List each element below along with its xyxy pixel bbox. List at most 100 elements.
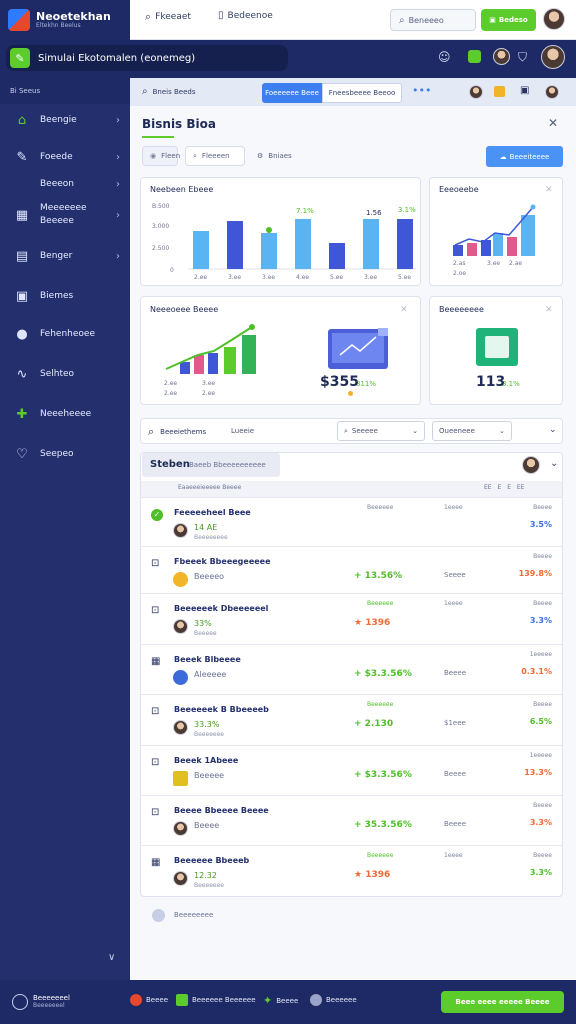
chevron-right-icon: › bbox=[116, 209, 120, 221]
list-avatar[interactable] bbox=[522, 456, 540, 474]
dot-icon: ◉ bbox=[150, 152, 157, 160]
tab-active[interactable]: Foeeeeee Beee bbox=[262, 83, 322, 103]
status-icon[interactable] bbox=[468, 50, 481, 63]
row-avatar bbox=[173, 871, 188, 886]
pulse-icon: ∿ bbox=[16, 366, 28, 382]
close-icon[interactable]: ✕ bbox=[548, 116, 558, 130]
chip-2[interactable]: ⌕ Fleeeen bbox=[185, 146, 245, 166]
card-2-title: Eeeoeebe bbox=[439, 185, 479, 194]
bar bbox=[194, 355, 204, 374]
lock-icon: ⊡ bbox=[151, 558, 160, 569]
card-4-pct: 3.1% bbox=[502, 380, 520, 388]
table-row[interactable]: ▦ Beeek Blbeeee Aleeeee + $3.3.56% Beeee… bbox=[141, 644, 562, 694]
top-action-button[interactable]: ▣ Bedeso bbox=[481, 9, 536, 31]
sidebar-item-meeeeeee[interactable]: ▦ Meeeeeee Beeeee › bbox=[0, 200, 130, 230]
close-icon[interactable]: ✕ bbox=[400, 305, 408, 315]
document-icon bbox=[476, 328, 518, 366]
table-row[interactable]: ⊡ Beeeeeek Dbeeeeeel 33% Beeeee Beeeeee … bbox=[141, 593, 562, 643]
x-tick: 4.ee bbox=[296, 274, 309, 281]
brand[interactable]: Neoetekhan Eltekhn Beelus bbox=[0, 0, 130, 40]
footer-cta-button[interactable]: Beee eeee eeeee Beeee bbox=[441, 991, 564, 1013]
bar bbox=[193, 231, 209, 269]
search-input[interactable]: ⌕ Beneeeo bbox=[390, 9, 476, 31]
filter-search[interactable]: ⌕ Bneis Beeds bbox=[142, 86, 195, 97]
lock-icon: ⊡ bbox=[151, 807, 160, 818]
sidebar-item-foeede[interactable]: ✎ Foeede › bbox=[0, 147, 130, 167]
sidebar-item-beeeon[interactable]: Beeeon › bbox=[0, 174, 130, 194]
sidebar-item-neeeheeee[interactable]: ✚ Neeeheeee bbox=[0, 404, 130, 424]
bar bbox=[227, 221, 243, 269]
card-4-title: Beeeeeeee bbox=[439, 305, 484, 314]
select-1[interactable]: ⌕ Seeeee ⌄ bbox=[337, 421, 425, 441]
owner-avatar[interactable] bbox=[545, 85, 559, 99]
marker bbox=[530, 204, 536, 210]
calendar-icon: ▦ bbox=[151, 857, 161, 868]
table-row[interactable]: ⊡ Beeek 1Abeee Beeeee + $3.3.56% Beeee 1… bbox=[141, 745, 562, 795]
row-avatar bbox=[173, 821, 188, 836]
pen-icon: ✎ bbox=[16, 149, 28, 165]
chevron-down-icon[interactable]: ⌄ bbox=[550, 458, 558, 469]
clipboard-icon: ▯ bbox=[218, 10, 224, 21]
sidebar-item-selhteo[interactable]: ∿ Selhteo bbox=[0, 364, 130, 384]
x-tick: 3.ee bbox=[228, 274, 241, 281]
select-2[interactable]: Oueeneee ⌄ bbox=[432, 421, 512, 441]
trophy-icon[interactable] bbox=[494, 86, 505, 97]
table-row[interactable]: ▦ Beeeeee Bbeeeb 12.32 Beeeeeee Beeeeee … bbox=[141, 845, 562, 895]
table-row[interactable]: ⊡ Beeeeeek B Bbeeeeb 33.3% Beeeeeee Beee… bbox=[141, 694, 562, 744]
bookmark-icon[interactable]: ⛉ bbox=[518, 50, 527, 65]
table-row[interactable]: ⊡ Fbeeek Bbeeegeeeee Beeeeo + 13.56% See… bbox=[141, 546, 562, 596]
sidebar-item-seepeo[interactable]: ♡ Seepeo bbox=[0, 444, 130, 464]
sidebar-item-biemes[interactable]: ▣ Biemes bbox=[0, 286, 130, 306]
bar bbox=[507, 237, 517, 256]
footer-item-2[interactable]: Beeeeee Beeeeee bbox=[176, 994, 256, 1006]
list-filter-input[interactable]: Lueeie bbox=[225, 421, 325, 441]
bar bbox=[453, 245, 463, 256]
more-icon[interactable]: ••• bbox=[412, 84, 431, 97]
profile-avatar[interactable] bbox=[541, 45, 565, 69]
topnav-item-2[interactable]: ▯ Bedeenoe bbox=[218, 10, 273, 21]
chip-1[interactable]: ◉ Fleen bbox=[142, 146, 180, 166]
table-row[interactable]: ✓ Feeeeeheel Beee 14 AE Beeeeeeee Beeeee… bbox=[141, 497, 562, 547]
member-avatar[interactable] bbox=[493, 48, 510, 65]
search-icon: ⌕ bbox=[193, 151, 197, 160]
search-icon: ⌕ bbox=[142, 86, 148, 97]
participant-avatar[interactable] bbox=[469, 85, 483, 99]
panel-action-button[interactable]: ☁ Beeeiteeee bbox=[486, 146, 563, 167]
annotation: 7.1% bbox=[296, 207, 314, 215]
record-icon bbox=[130, 994, 142, 1006]
sidebar-item-fehenheoee[interactable]: ● Fehenheoee bbox=[0, 324, 130, 344]
tab-inactive[interactable]: Fneesbeeee Beeoo bbox=[322, 83, 402, 103]
chevron-right-icon: › bbox=[116, 151, 120, 163]
footer-item-4[interactable]: Beeeeee bbox=[310, 994, 357, 1006]
bar bbox=[261, 233, 277, 269]
chevron-down-icon[interactable]: ⌄ bbox=[549, 425, 557, 435]
star-badge-icon bbox=[173, 771, 188, 786]
table-row[interactable]: ⊡ Beeee Bbeeee Beeee Beeee + 35.3.56% Be… bbox=[141, 795, 562, 845]
card-4-stat: 113 bbox=[476, 374, 506, 390]
y-tick: 3.000 bbox=[152, 223, 169, 230]
dot-icon bbox=[348, 391, 353, 396]
list-header-label: Eaaeeeieeeee Beeee bbox=[178, 484, 242, 491]
search-icon: ⌕ bbox=[344, 426, 348, 435]
x-tick: 3.ee bbox=[262, 274, 275, 281]
window-icon[interactable]: ▣ bbox=[520, 85, 529, 96]
marker bbox=[266, 227, 272, 233]
list-filter-label[interactable]: ⌕ Beeeiethems bbox=[148, 425, 206, 439]
footer-item-1[interactable]: Beeee bbox=[130, 994, 168, 1006]
sidebar-header: Bi Seeus bbox=[0, 78, 130, 104]
list-footer-label[interactable]: Beeeeeeee bbox=[174, 911, 213, 919]
sidebar-item-beengie[interactable]: ⌂ Beengie › bbox=[0, 110, 130, 130]
chip-3[interactable]: ⚙ Bniaes bbox=[250, 146, 300, 166]
topnav-item-1[interactable]: ⌕ Fkeeaet bbox=[145, 10, 191, 24]
chevron-down-icon[interactable]: ∨ bbox=[108, 952, 115, 963]
chat-icon[interactable]: ☺ bbox=[438, 50, 451, 64]
close-icon[interactable]: ✕ bbox=[545, 185, 553, 195]
calendar-icon: ▤ bbox=[15, 248, 29, 264]
simulation-selector[interactable]: ✎ Simulai Ekotomalen (eonemeg) bbox=[6, 45, 288, 71]
user-avatar[interactable] bbox=[543, 8, 565, 30]
footer-item-3[interactable]: ✦ Beeee bbox=[263, 994, 298, 1007]
sidebar-item-benger[interactable]: ▤ Benger › bbox=[0, 246, 130, 266]
bar bbox=[242, 335, 256, 374]
close-icon[interactable]: ✕ bbox=[545, 305, 553, 315]
trend-chart: 2.as 3.ee 2.ae 2.oe bbox=[453, 204, 536, 277]
